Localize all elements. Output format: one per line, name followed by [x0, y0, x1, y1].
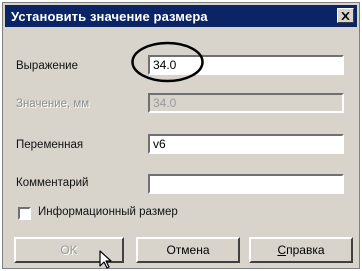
- dialog-title: Установить значение размера: [11, 8, 208, 24]
- help-button[interactable]: Справка: [249, 237, 353, 263]
- informational-size-checkbox[interactable]: [18, 207, 31, 220]
- cancel-button[interactable]: Отмена: [136, 237, 240, 263]
- value-mm-field: 34.0: [148, 93, 344, 113]
- expression-label: Выражение: [16, 60, 78, 72]
- close-button[interactable]: [337, 8, 354, 23]
- dialog-titlebar: Установить значение размера: [5, 5, 357, 27]
- comment-field[interactable]: [148, 174, 344, 194]
- comment-label: Комментарий: [16, 177, 89, 189]
- informational-size-label: Информационный размер: [38, 206, 178, 218]
- mouse-cursor-icon: [99, 250, 112, 269]
- help-button-label-rest: правка: [286, 243, 325, 257]
- expression-field[interactable]: 34.0: [148, 55, 344, 75]
- ok-button-label: OK: [60, 243, 78, 257]
- value-mm-label: Значение, мм: [16, 98, 90, 110]
- variable-label: Переменная: [16, 139, 84, 151]
- help-button-accelerator: С: [277, 243, 287, 257]
- help-button-label: Справка: [277, 243, 324, 257]
- close-icon: [341, 11, 350, 20]
- variable-field[interactable]: v6: [148, 134, 344, 154]
- cancel-button-label: Отмена: [166, 243, 210, 257]
